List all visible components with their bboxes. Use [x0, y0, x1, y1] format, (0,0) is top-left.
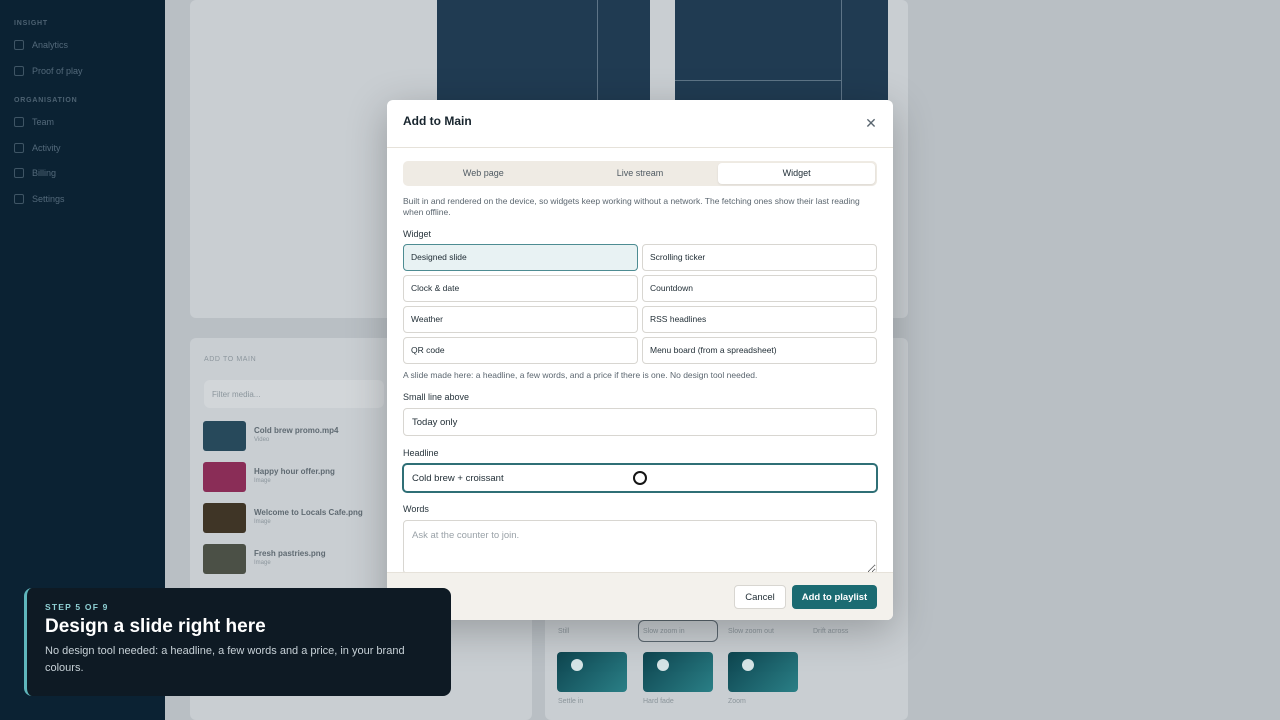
tile-label: Hard fade — [643, 698, 674, 705]
card-icon — [14, 168, 24, 178]
sidebar-item-label: Analytics — [32, 40, 69, 50]
widget-option-designed-slide[interactable]: Designed slide — [403, 244, 638, 271]
widget-options: Designed slide Scrolling ticker Clock & … — [403, 244, 877, 364]
words-label: Words — [403, 504, 429, 514]
tour-step-counter: STEP 5 OF 9 — [45, 602, 109, 612]
transition-tile[interactable] — [643, 652, 713, 692]
dot-icon — [742, 659, 754, 671]
tile-label: Settle in — [558, 698, 584, 705]
dialog-footer: Cancel Add to playlist — [387, 572, 893, 620]
media-item-meta: Video — [254, 437, 270, 443]
sidebar-item-activity[interactable]: Activity — [14, 143, 61, 153]
screen-preview-right — [675, 0, 888, 100]
sidebar-item-label: Billing — [32, 168, 57, 178]
zone-divider — [841, 0, 842, 100]
zone-divider — [675, 80, 841, 81]
media-item-meta: Image — [254, 519, 271, 525]
widget-option-clock-date[interactable]: Clock & date — [403, 275, 638, 302]
transition-tile[interactable] — [728, 652, 798, 692]
media-search-placeholder: Filter media... — [212, 390, 261, 399]
sidebar-item-billing[interactable]: Billing — [14, 168, 56, 178]
tour-title: Design a slide right here — [45, 616, 266, 637]
headline-label: Headline — [403, 448, 439, 458]
small-line-input[interactable] — [403, 408, 877, 436]
screen-preview-left — [437, 0, 650, 100]
dot-icon — [571, 659, 583, 671]
source-tabs: Web page Live stream Widget — [403, 161, 877, 186]
tab-live-stream[interactable]: Live stream — [562, 163, 719, 184]
sidebar-item-label: Team — [32, 117, 55, 127]
media-item-name: Happy hour offer.png — [254, 467, 335, 476]
sidebar-item-analytics[interactable]: Analytics — [14, 40, 68, 50]
sidebar-item-proof-of-play[interactable]: Proof of play — [14, 66, 83, 76]
tile-label: Still — [558, 628, 570, 635]
dialog-title: Add to Main — [403, 114, 472, 128]
document-icon — [14, 66, 24, 76]
widget-description: Built in and rendered on the device, so … — [403, 196, 860, 217]
tile-label: Slow zoom in — [643, 628, 685, 635]
tile-label: Slow zoom out — [728, 628, 774, 635]
designed-slide-hint: A slide made here: a headline, a few wor… — [403, 370, 758, 380]
transition-tile[interactable] — [557, 652, 627, 692]
tour-callout: STEP 5 OF 9 Design a slide right here No… — [24, 588, 451, 696]
widget-option-menu-board[interactable]: Menu board (from a spreadsheet) — [642, 337, 877, 364]
tile-label: Drift across — [813, 628, 849, 635]
close-icon[interactable]: ✕ — [863, 115, 879, 131]
sidebar-item-label: Activity — [32, 143, 61, 153]
media-item-meta: Image — [254, 560, 271, 566]
tour-body: No design tool needed: a headline, a few… — [45, 645, 405, 674]
media-item-meta: Image — [254, 478, 271, 484]
widget-option-rss-headlines[interactable]: RSS headlines — [642, 306, 877, 333]
gear-icon — [14, 194, 24, 204]
tab-widget[interactable]: Widget — [718, 163, 876, 184]
sidebar-item-team[interactable]: Team — [14, 117, 54, 127]
widget-label: Widget — [403, 229, 432, 239]
tab-web-page[interactable]: Web page — [405, 163, 562, 184]
cancel-button[interactable]: Cancel — [734, 585, 786, 609]
widget-option-weather[interactable]: Weather — [403, 306, 638, 333]
widget-option-scrolling-ticker[interactable]: Scrolling ticker — [642, 244, 877, 271]
chart-icon — [14, 40, 24, 50]
activity-icon — [14, 143, 24, 153]
dialog-header: Add to Main ✕ — [387, 100, 893, 148]
tile-label: Zoom — [728, 698, 746, 705]
media-item-name: Fresh pastries.png — [254, 549, 326, 558]
mouse-cursor-icon — [633, 471, 647, 485]
media-thumbnail[interactable] — [203, 462, 246, 492]
widget-option-qr-code[interactable]: QR code — [403, 337, 638, 364]
add-to-main-dialog: Add to Main ✕ Web page Live stream Widge… — [387, 100, 893, 620]
sidebar-section-organisation: Organisation — [14, 97, 78, 104]
small-line-label: Small line above — [403, 392, 470, 402]
add-to-playlist-button[interactable]: Add to playlist — [792, 585, 877, 609]
widget-option-countdown[interactable]: Countdown — [642, 275, 877, 302]
dot-icon — [657, 659, 669, 671]
zone-divider — [597, 0, 598, 100]
media-panel-heading: Add to Main — [204, 356, 257, 363]
media-item-name: Cold brew promo.mp4 — [254, 426, 339, 435]
media-thumbnail[interactable] — [203, 503, 246, 533]
words-textarea[interactable] — [403, 520, 877, 574]
sidebar-section-insight: Insight — [14, 20, 48, 27]
sidebar-item-settings[interactable]: Settings — [14, 194, 65, 204]
media-item-name: Welcome to Locals Cafe.png — [254, 508, 363, 517]
sidebar-item-label: Settings — [32, 194, 65, 204]
sidebar-item-label: Proof of play — [32, 66, 83, 76]
media-thumbnail[interactable] — [203, 421, 246, 451]
user-icon — [14, 117, 24, 127]
media-thumbnail[interactable] — [203, 544, 246, 574]
